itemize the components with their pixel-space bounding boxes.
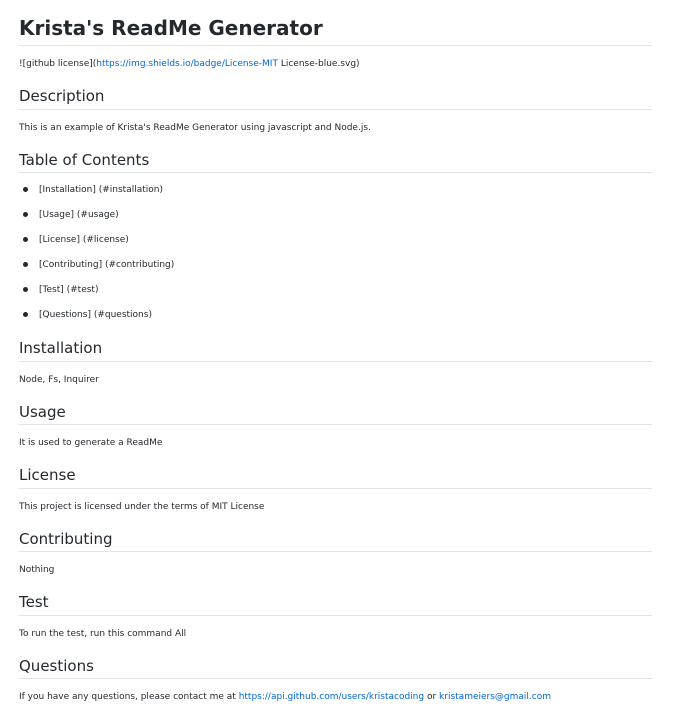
toc-bullet — [23, 187, 28, 192]
questions-prefix: If you have any questions, please contac… — [19, 692, 239, 702]
installation-divider — [19, 361, 652, 362]
usage-heading: Usage — [19, 403, 66, 421]
badge-suffix: License-blue.svg) — [277, 59, 360, 69]
toc-item-test: [Test] (#test) — [39, 285, 99, 295]
installation-heading: Installation — [19, 339, 103, 357]
license-heading: License — [19, 466, 76, 484]
page-title: Krista's ReadMe Generator — [19, 16, 323, 40]
toc-item-usage: [Usage] (#usage) — [39, 210, 119, 220]
description-text: This is an example of Krista's ReadMe Ge… — [19, 123, 371, 133]
usage-text: It is used to generate a ReadMe — [19, 438, 163, 448]
usage-divider — [19, 424, 652, 425]
badge-prefix: ![github license]( — [19, 59, 97, 69]
contributing-text: Nothing — [19, 565, 55, 575]
toc-heading: Table of Contents — [19, 151, 150, 169]
contributing-heading: Contributing — [19, 530, 113, 548]
toc-bullet — [23, 262, 28, 267]
contributing-divider — [19, 551, 652, 552]
license-text: This project is licensed under the terms… — [19, 502, 265, 512]
toc-divider — [19, 172, 652, 173]
toc-bullet — [23, 312, 28, 317]
toc-item-license: [License] (#license) — [39, 235, 129, 245]
questions-heading: Questions — [19, 657, 94, 675]
description-divider — [19, 109, 652, 110]
email-link[interactable]: kristameiers@gmail.com — [439, 692, 551, 702]
toc-bullet — [23, 287, 28, 292]
badge-line: ![github license](https://img.shields.io… — [19, 57, 360, 71]
badge-link[interactable]: https://img.shields.io/badge/License-MIT — [96, 59, 278, 69]
license-divider — [19, 488, 652, 489]
installation-text: Node, Fs, Inquirer — [19, 375, 99, 385]
test-text: To run the test, run this command All — [19, 629, 187, 639]
test-divider — [19, 615, 652, 616]
toc-item-questions: [Questions] (#questions) — [39, 310, 152, 320]
title-divider — [19, 45, 652, 46]
toc-item-installation: [Installation] (#installation) — [39, 185, 163, 195]
toc-item-contributing: [Contributing] (#contributing) — [39, 260, 175, 270]
questions-divider — [19, 678, 652, 679]
toc-bullet — [23, 212, 28, 217]
toc-bullet — [23, 237, 28, 242]
description-heading: Description — [19, 87, 105, 105]
test-heading: Test — [19, 593, 49, 611]
questions-text: If you have any questions, please contac… — [19, 690, 551, 704]
questions-middle: or — [424, 692, 440, 702]
github-profile-link[interactable]: https://api.github.com/users/kristacodin… — [239, 692, 424, 702]
